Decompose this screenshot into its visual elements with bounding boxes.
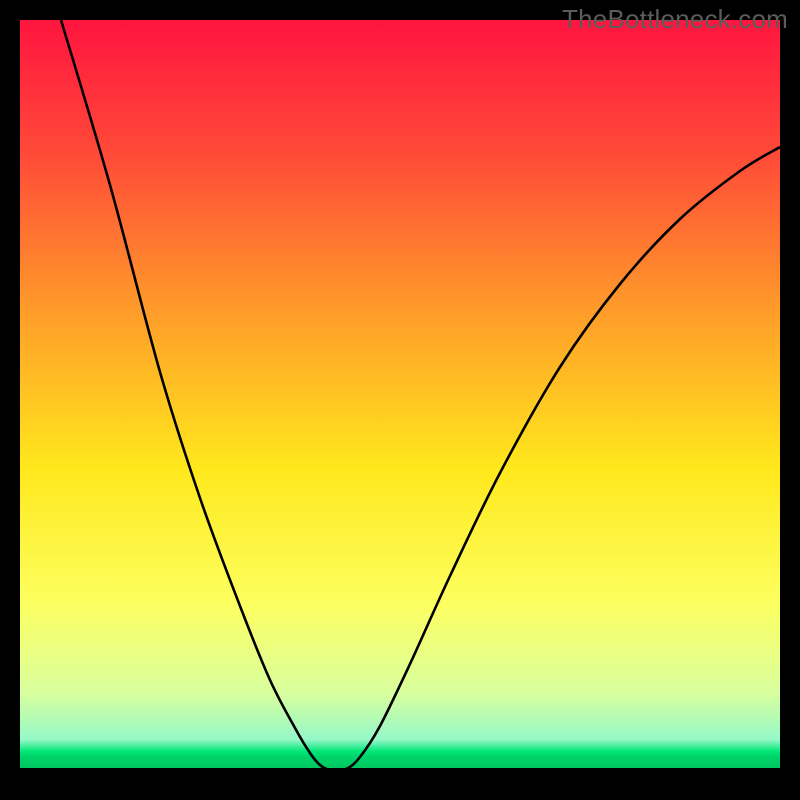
min-marker — [310, 769, 350, 782]
chart-canvas: TheBottleneck.com — [0, 0, 800, 800]
plot-background — [20, 20, 780, 768]
chart-svg — [0, 0, 800, 800]
